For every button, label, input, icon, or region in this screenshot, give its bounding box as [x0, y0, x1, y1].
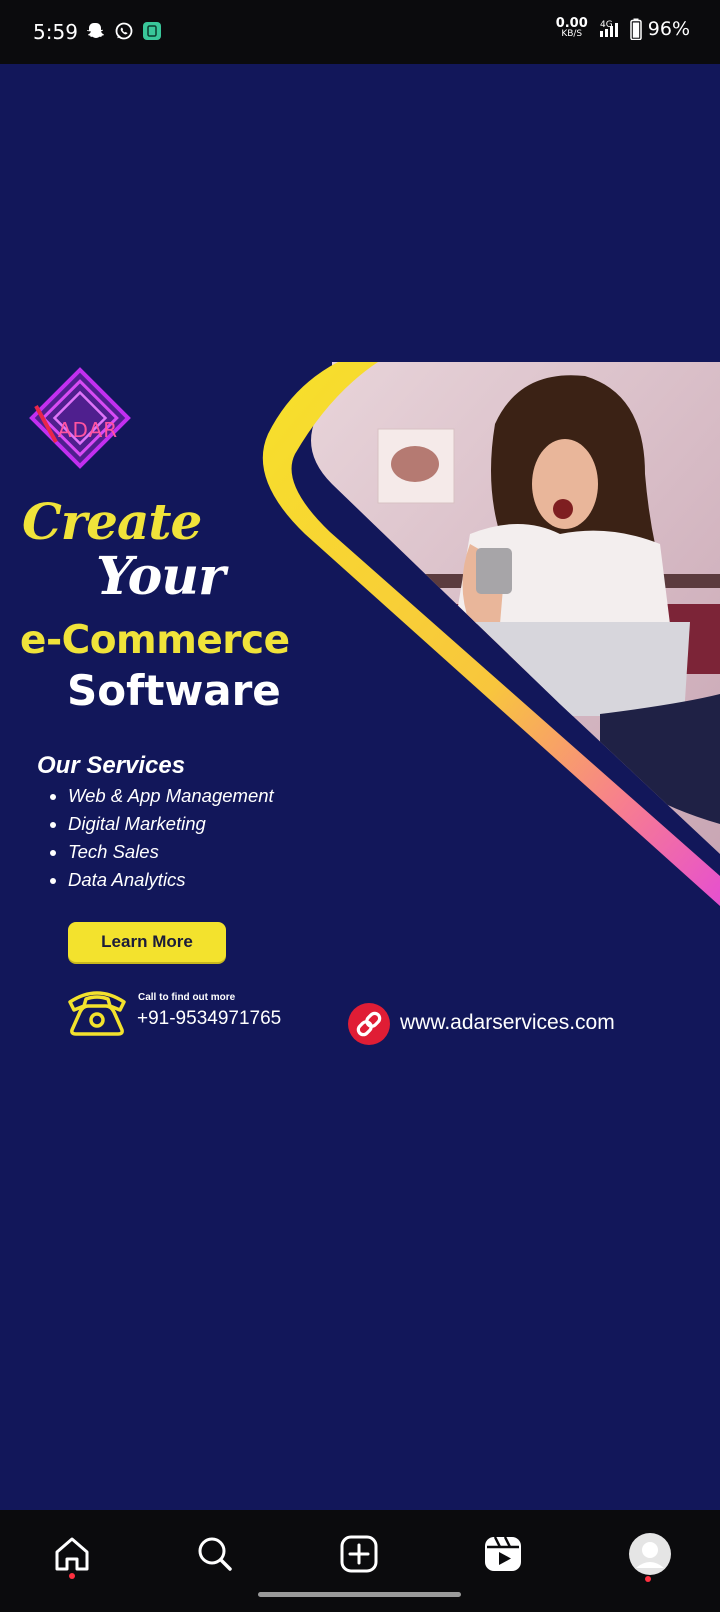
services-list: Web & App Management Digital Marketing T… [50, 782, 274, 894]
profile-avatar [629, 1533, 671, 1575]
search-icon [198, 1537, 232, 1571]
post-image[interactable]: ADAR Create Your e-Commerce Software Our… [0, 64, 720, 1510]
service-item: Tech Sales [50, 838, 274, 866]
battery-percent: 96% [647, 18, 690, 40]
home-icon [55, 1537, 89, 1571]
call-caption: Call to find out more [138, 992, 236, 1003]
profile-notification-dot [645, 1576, 651, 1582]
service-item: Digital Marketing [50, 810, 274, 838]
reels-icon [485, 1536, 521, 1571]
headline-create: Create [22, 492, 202, 551]
link-icon [348, 1003, 390, 1045]
status-right: 0.00 KB/S 4G 96% [555, 16, 690, 40]
brand-logo: ADAR [57, 418, 119, 442]
nav-profile[interactable] [626, 1530, 674, 1578]
whatsapp-icon [115, 22, 133, 40]
nav-reels[interactable] [479, 1530, 527, 1578]
app-notification-icon [143, 22, 161, 40]
services-title: Our Services [37, 752, 186, 779]
phone-number: +91-9534971765 [137, 1008, 282, 1029]
headline-software: Software [67, 666, 281, 715]
headline-your: Your [96, 546, 225, 607]
net-speed: 0.00 KB/S [555, 16, 588, 39]
nav-search[interactable] [191, 1530, 239, 1578]
website-contact: www.adarservices.com [347, 1002, 615, 1051]
home-indicator [258, 1592, 461, 1597]
telephone-icon [68, 991, 126, 1036]
status-bar: 5:59 0.00 KB/S 4G 96% [0, 0, 720, 64]
snapchat-icon [87, 23, 104, 38]
nav-home[interactable] [48, 1530, 96, 1578]
phone-contact: Call to find out more +91-9534971765 [66, 986, 281, 1043]
website-url: www.adarservices.com [400, 1011, 615, 1034]
status-time: 5:59 [33, 20, 78, 44]
nav-create[interactable] [335, 1530, 383, 1578]
create-icon [340, 1535, 378, 1573]
photo-woman-laptop [311, 362, 720, 854]
home-notification-dot [69, 1573, 75, 1579]
learn-more-button: Learn More [68, 922, 226, 962]
signal-icon: 4G [599, 20, 618, 37]
service-item: Data Analytics [50, 866, 274, 894]
battery-icon [630, 18, 642, 40]
service-item: Web & App Management [50, 782, 274, 810]
headline-ecommerce: e-Commerce [20, 618, 290, 663]
